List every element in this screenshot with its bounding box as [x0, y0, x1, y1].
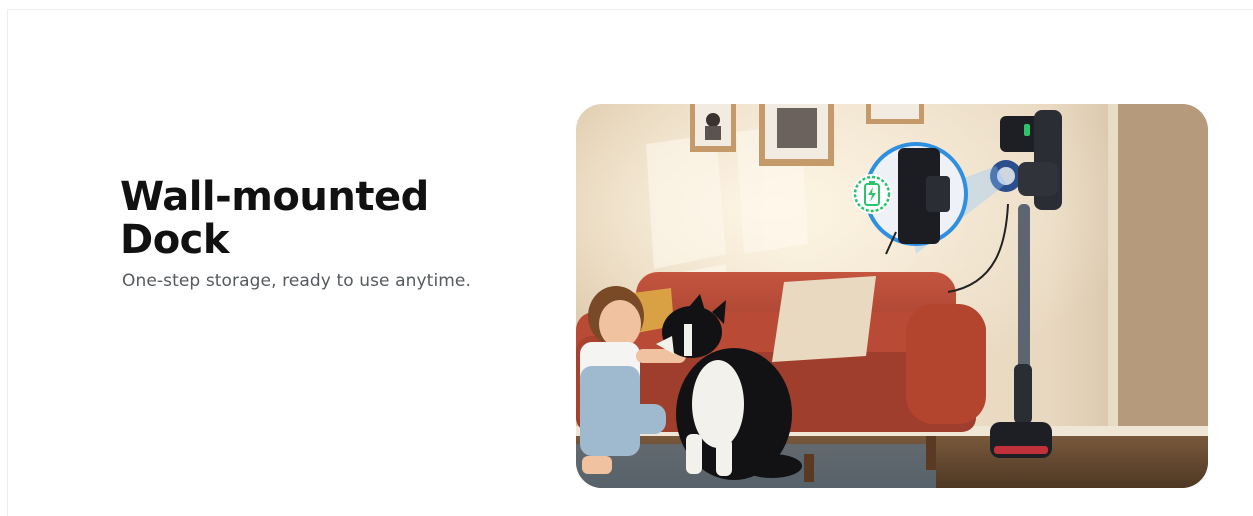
feature-text: Wall-mounted Dock One-step storage, read… — [120, 176, 540, 292]
feature-title-line2: Dock — [120, 217, 230, 263]
feature-title: Wall-mounted Dock — [120, 176, 540, 262]
charging-battery-icon — [852, 174, 892, 214]
feature-subtitle: One-step storage, ready to use anytime. — [122, 271, 471, 291]
living-room-scene — [576, 104, 1208, 488]
feature-title-line1: Wall-mounted — [120, 174, 429, 220]
hero-image — [576, 104, 1208, 488]
